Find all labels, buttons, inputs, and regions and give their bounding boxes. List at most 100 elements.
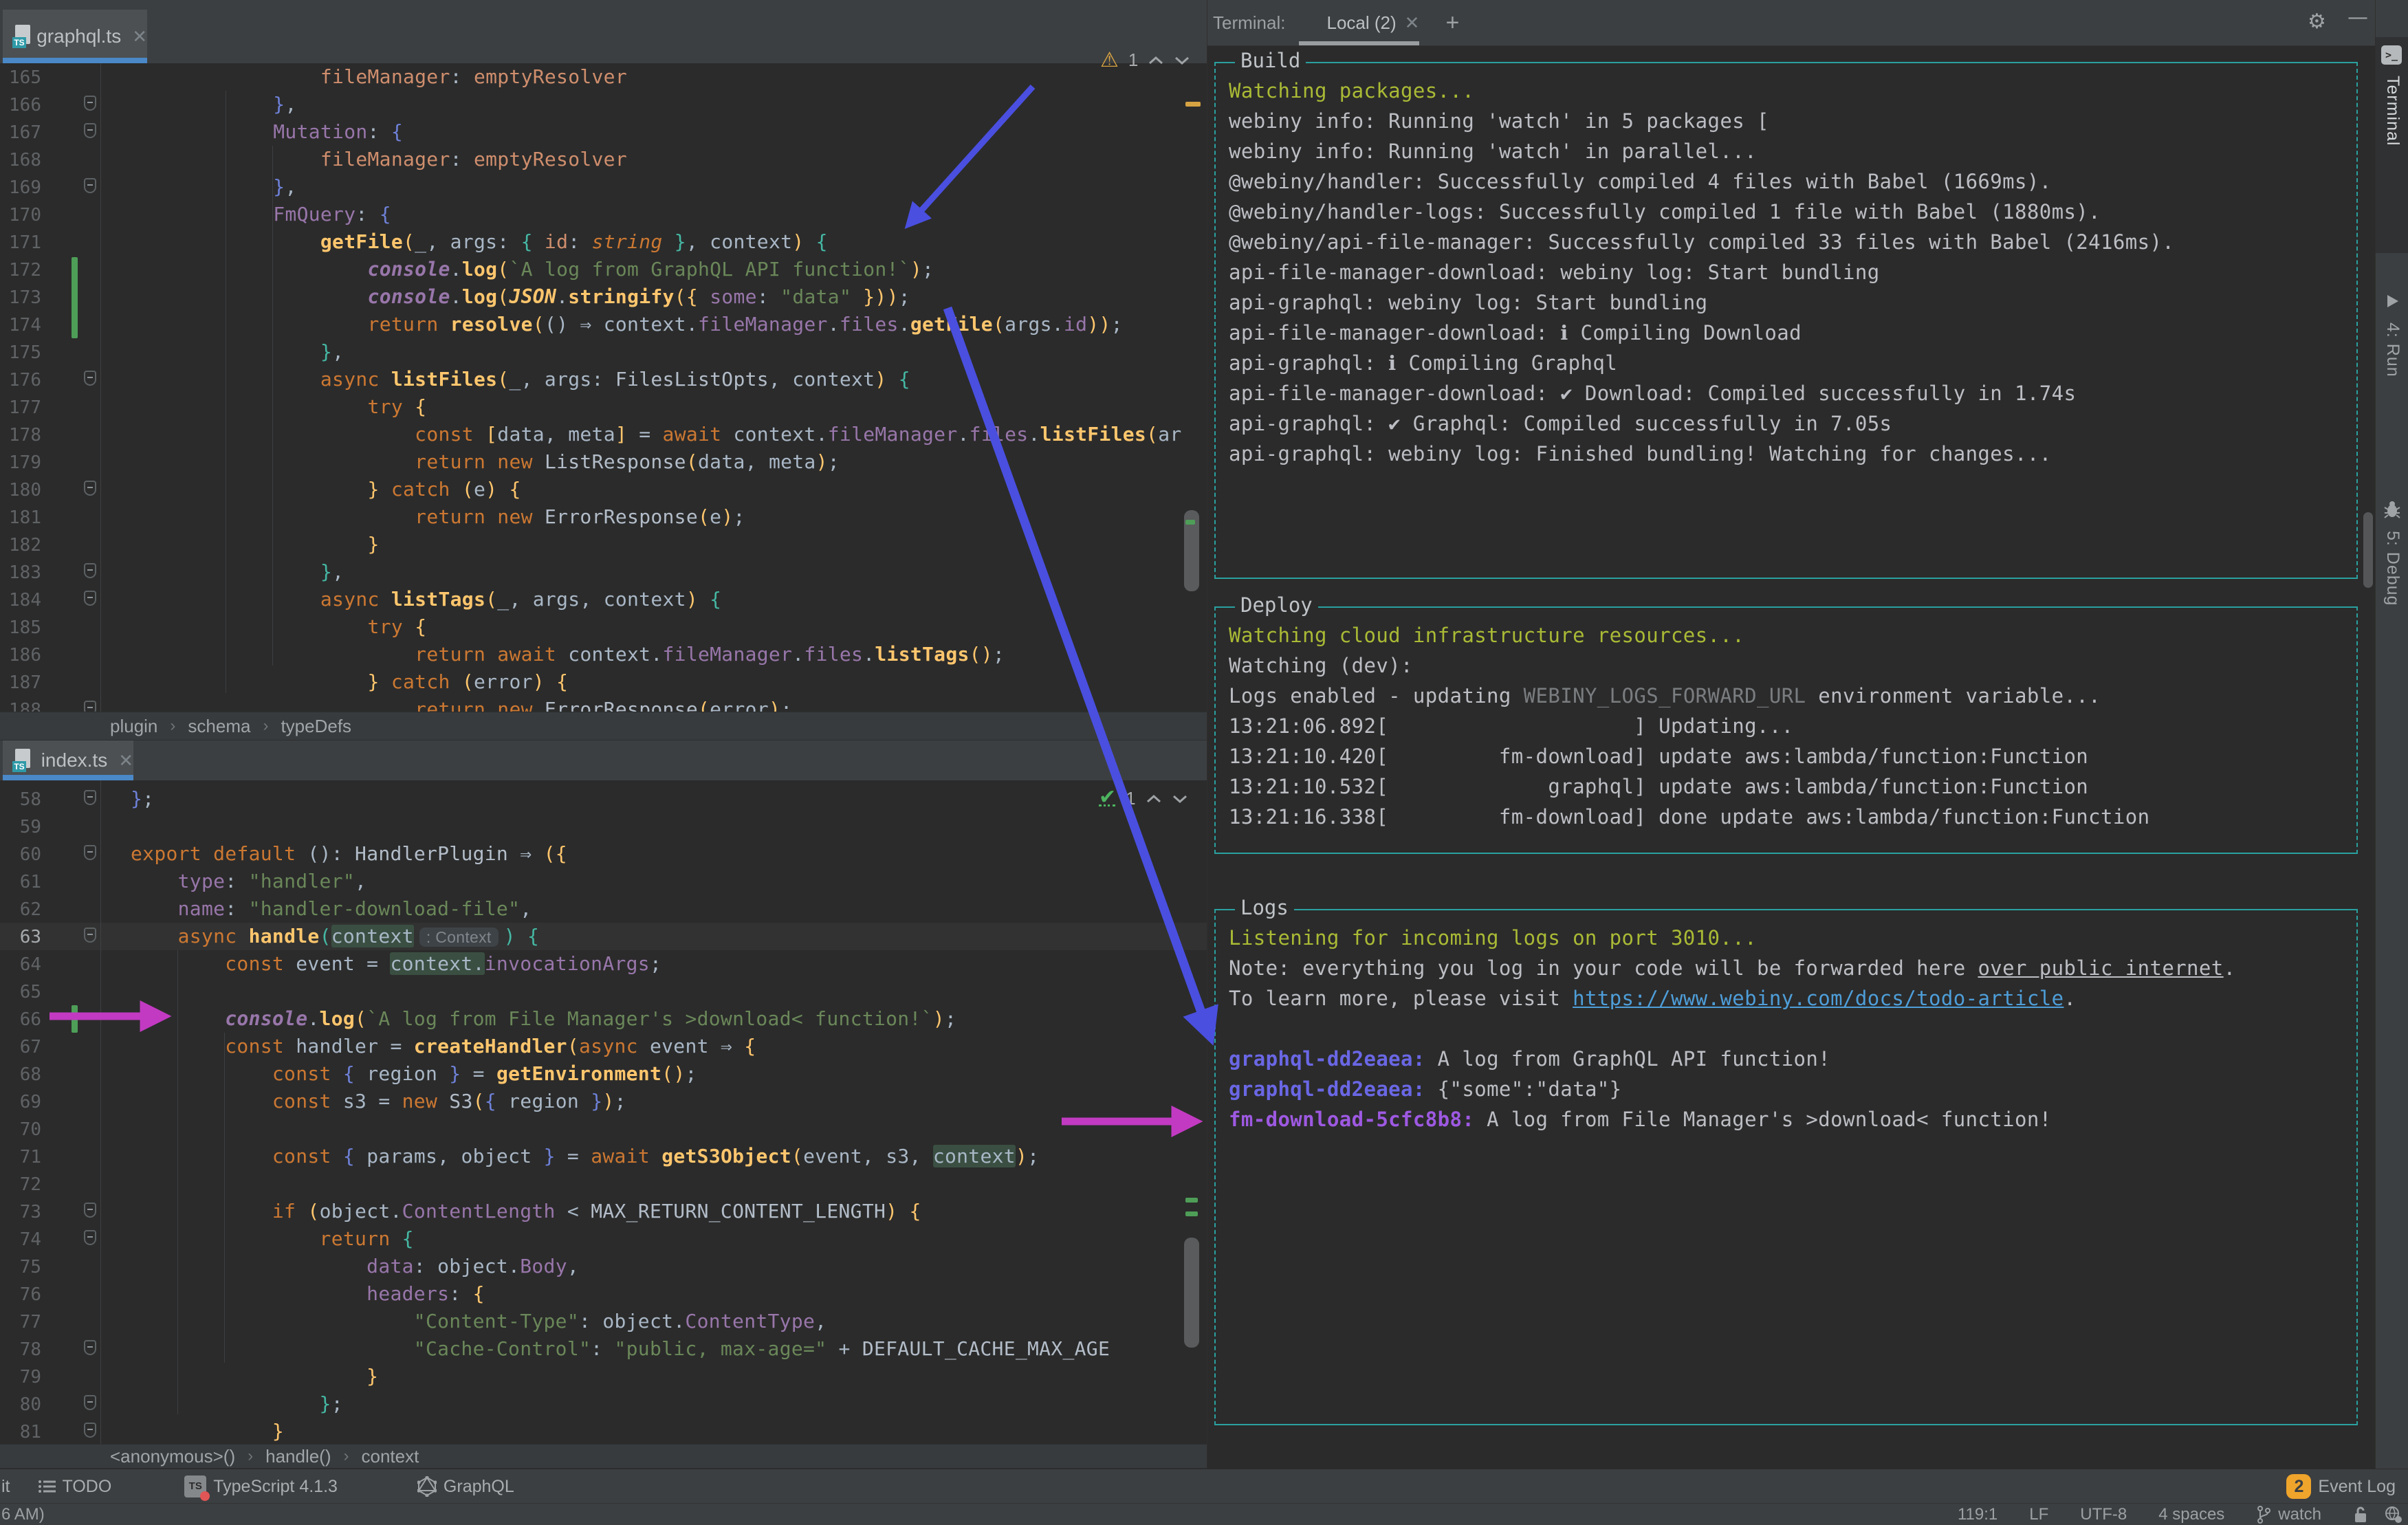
docs-link[interactable]: https://www.webiny.com/docs/todo-article	[1573, 987, 2064, 1010]
terminal-line: Watching cloud infrastructure resources.…	[1229, 624, 1745, 647]
code-line-81: 81 }	[0, 1418, 1207, 1444]
line-number: 171	[9, 232, 41, 253]
breadcrumb-item-2[interactable]: handle()	[265, 1446, 331, 1467]
code-line-167: 167 Mutation: {	[0, 118, 1207, 146]
code-line-175: 175 },	[0, 338, 1207, 366]
lock-icon[interactable]	[2353, 1506, 2368, 1524]
gutter-fold-icon[interactable]	[84, 1395, 96, 1410]
terminal-line: graphql-dd2eaea: {"some":"data"}	[1229, 1077, 1622, 1101]
inspection-widget-bottom[interactable]: ✔ 1	[1099, 787, 1188, 809]
terminal-tab-local[interactable]: Local (2) ✕	[1326, 12, 1419, 34]
event-log-button[interactable]: 2 Event Log	[2286, 1474, 2396, 1499]
gutter-fold-icon[interactable]	[84, 1423, 96, 1438]
line-number: 71	[19, 1147, 41, 1167]
gutter-fold-icon[interactable]	[84, 790, 96, 805]
gear-icon[interactable]: ⚙	[2308, 10, 2326, 34]
code-line-80: 80 };	[0, 1390, 1207, 1418]
terminal-line: webiny info: Running 'watch' in parallel…	[1229, 140, 1757, 163]
active-tab-underline	[3, 775, 133, 780]
code-line-75: 75 data: object.Body,	[0, 1253, 1207, 1280]
indent-setting[interactable]: 4 spaces	[2158, 1505, 2224, 1524]
gutter-fold-icon[interactable]	[84, 123, 96, 138]
graphql-icon	[417, 1476, 437, 1497]
line-number: 168	[9, 150, 41, 171]
breadcrumb-item-1[interactable]: plugin	[110, 716, 157, 737]
minimize-icon[interactable]: —	[2347, 6, 2368, 30]
code-line-172: 172 console.log(`A log from GraphQL API …	[0, 256, 1207, 283]
todo-tool-button[interactable]: TODO	[38, 1477, 111, 1497]
new-terminal-button[interactable]: +	[1445, 10, 1459, 36]
terminal-line: graphql-dd2eaea: A log from GraphQL API …	[1229, 1047, 1831, 1071]
code-line-66: 66 console.log(`A log from File Manager'…	[0, 1005, 1207, 1033]
typescript-file-icon: TS	[12, 749, 33, 772]
terminal-line: @webiny/api-file-manager: Successfully c…	[1229, 230, 2175, 254]
editor-index-ts[interactable]: 58}; 59 60 export default (): HandlerPlugin…	[0, 780, 1207, 1444]
warning-icon: ⚠	[1100, 48, 1119, 72]
ide-window: TS graphql.ts ✕ 165 fileManager: emptyRe…	[0, 0, 2408, 1525]
gutter-fold-icon[interactable]	[84, 928, 96, 943]
terminal-panel: Terminal: Local (2) ✕ + ⚙ — Build Watching…	[1207, 0, 2376, 1469]
stripe-button-debug[interactable]: 5: Debug	[2376, 501, 2408, 686]
gutter-fold-icon[interactable]	[84, 591, 96, 606]
chevron-up-icon[interactable]	[1148, 55, 1164, 66]
code-line-180: 180 } catch (e) {	[0, 476, 1207, 503]
breadcrumb-item-1[interactable]: <anonymous>()	[110, 1446, 235, 1467]
terminal-header: Terminal: Local (2) ✕ + ⚙ —	[1207, 0, 2376, 46]
typescript-tool-button[interactable]: TS TypeScript 4.1.3	[184, 1475, 338, 1501]
line-number: 188	[9, 700, 41, 712]
inspection-widget-top[interactable]: ⚠ 1	[1100, 48, 1190, 72]
line-number: 177	[9, 397, 41, 418]
code-line-69: 69 const s3 = new S3({ region });	[0, 1088, 1207, 1115]
event-count-badge: 2	[2286, 1474, 2312, 1499]
chevron-up-icon[interactable]	[1146, 793, 1162, 804]
file-encoding[interactable]: UTF-8	[2080, 1505, 2127, 1524]
chevron-down-icon[interactable]	[1172, 793, 1188, 804]
code-line-61: 61 type: "handler",	[0, 868, 1207, 895]
terminal-scrollbar[interactable]	[2363, 512, 2373, 588]
line-number: 77	[19, 1312, 41, 1332]
run-icon	[2387, 295, 2398, 307]
line-ending[interactable]: LF	[2029, 1505, 2048, 1524]
chevron-down-icon[interactable]	[1174, 55, 1190, 66]
editor-graphql-ts[interactable]: 165 fileManager: emptyResolver 166 }, 167 …	[0, 63, 1207, 712]
gutter-fold-icon[interactable]	[84, 1230, 96, 1245]
gutter-fold-icon[interactable]	[84, 845, 96, 860]
gutter-fold-icon[interactable]	[84, 178, 96, 193]
debug-icon	[2384, 501, 2400, 518]
stripe-button-terminal[interactable]: >_ Terminal	[2376, 37, 2408, 253]
terminal-box-logs: Logs Listening for incoming logs on port …	[1214, 896, 2358, 1425]
code-line-73: 73 if (object.ContentLength < MAX_RETURN…	[0, 1198, 1207, 1225]
graphql-tool-button[interactable]: GraphQL	[417, 1476, 514, 1497]
terminal-line: Listening for incoming logs on port 3010…	[1229, 926, 1757, 950]
gutter-fold-icon[interactable]	[84, 371, 96, 386]
breadcrumb-item-2[interactable]: schema	[188, 716, 250, 737]
gutter-fold-icon[interactable]	[84, 1203, 96, 1218]
git-branch[interactable]: watch	[2256, 1505, 2321, 1524]
gutter-fold-icon[interactable]	[84, 563, 96, 578]
breadcrumb-item-3[interactable]: context	[362, 1446, 419, 1467]
close-icon[interactable]: ✕	[132, 26, 147, 47]
code-line-181: 181 return new ErrorResponse(e);	[0, 503, 1207, 531]
gutter-fold-icon[interactable]	[84, 701, 96, 712]
terminal-line: 13:21:10.420[ fm-download] update aws:la…	[1229, 745, 2089, 768]
close-icon[interactable]: ✕	[1405, 12, 1420, 33]
active-terminal-tab-underline	[1299, 41, 1419, 45]
tab-graphql-ts[interactable]: TS graphql.ts ✕	[3, 10, 147, 63]
gutter-fold-icon[interactable]	[84, 96, 96, 111]
breadcrumb-item-3[interactable]: typeDefs	[281, 716, 351, 737]
close-icon[interactable]: ✕	[118, 750, 133, 771]
stripe-button-run[interactable]: 4: Run	[2376, 292, 2408, 450]
caret-position[interactable]: 119:1	[1958, 1505, 1997, 1524]
line-number: 63	[19, 927, 41, 947]
code-line-186: 186 return await context.fileManager.fil…	[0, 641, 1207, 668]
truncated-tool-button[interactable]: it	[1, 1477, 10, 1497]
code-line-182: 182 }	[0, 531, 1207, 558]
settings-globe-icon[interactable]	[2385, 1506, 2402, 1524]
editor-tabbar-bottom: TS index.ts ✕	[0, 740, 1207, 781]
line-number: 66	[19, 1009, 41, 1030]
line-number: 185	[9, 617, 41, 638]
gutter-fold-icon[interactable]	[84, 1340, 96, 1355]
line-number: 81	[19, 1422, 41, 1442]
editor-scrollbar[interactable]	[1184, 1238, 1199, 1348]
gutter-fold-icon[interactable]	[84, 481, 96, 496]
